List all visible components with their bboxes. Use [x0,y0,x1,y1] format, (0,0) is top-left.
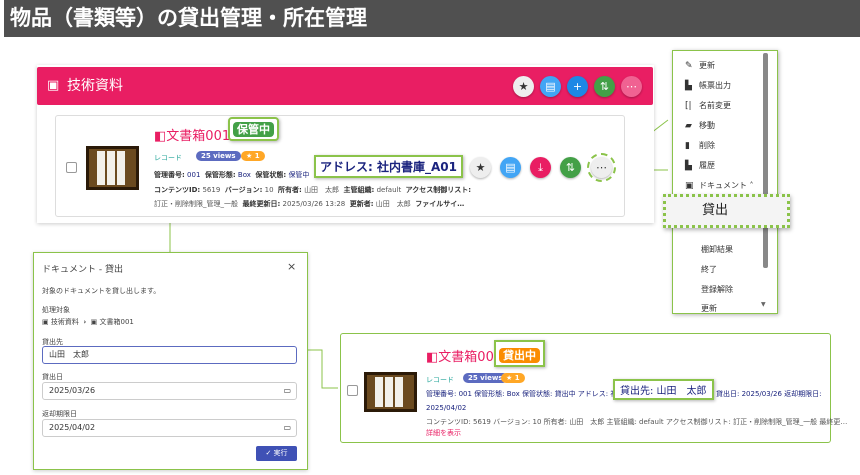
star-button[interactable]: ★ [513,76,534,97]
folder-name: 技術資料 [67,78,123,94]
views-badge: 25 views [196,151,241,161]
menu-item-rename[interactable]: [| 名前変更 [685,100,731,111]
details-link[interactable]: 詳細を表示 [426,428,461,438]
result-line-1b: 貸出日: 2025/03/26 返却期限日: [716,390,822,398]
lent-status-callout: 貸出中 [494,340,545,367]
record-comment-button[interactable]: ▤ [500,157,521,178]
chevron-up-icon: ˄ [749,181,754,190]
rename-icon: [| [685,101,692,111]
menu-item-delete[interactable]: ▮ 削除 [685,140,715,151]
lend-date-input[interactable]: 2025/03/26 ▭ [42,382,297,400]
record-type: レコード [154,154,182,162]
record-download-button[interactable]: ⤓ [530,157,551,178]
execute-button[interactable]: ✓ 実行 [256,446,297,461]
dialog-description: 対象のドキュメントを貸し出します。 [42,287,161,295]
dialog-title: ドキュメント - 貸出 [42,265,123,275]
menu-item-update[interactable]: ✎ 更新 [685,60,715,71]
result-line-3: コンテンツID: 5619 バージョン: 10 所有者: 山田 太郎 主管組織:… [426,418,848,426]
book-icon: ▣ [90,318,98,326]
result-line-1: 管理番号: 001 保管形態: Box 保管状態: 貸出中 アドレス: 社 [426,390,618,398]
record-line-3: 訂正・削除制限_管理_一般 最終更新日: 2025/03/26 13:28 更新… [154,200,465,208]
target-path: ▣ 技術資料 › ▣ 文書箱001 [42,318,134,326]
lend-dialog: ドキュメント - 貸出 × 対象のドキュメントを貸し出します。 処理対象 ▣ 技… [33,252,308,470]
book-icon: ◧ [154,129,167,144]
transfer-button[interactable]: ⇅ [594,76,615,97]
chevron-right-icon: › [83,318,87,326]
address-callout: アドレス: 社内書庫_A01 [314,155,463,178]
calendar-icon[interactable]: ▭ [283,383,291,399]
archive-icon: ▣ [685,181,694,191]
book-icon: ◧ [426,350,439,365]
calendar-icon[interactable]: ▭ [283,420,291,436]
folder-icon: ▣ [47,78,60,93]
result-thumbnail [364,372,417,412]
add-button[interactable]: + [567,76,588,97]
record-more-button[interactable]: ⋯ [587,153,616,182]
folder-header: ▣ 技術資料 ★ ▤ + ⇅ ⋯ [37,67,653,105]
submenu-item-unregister[interactable]: 登録解除 [701,284,733,295]
lend-date-label: 貸出日 [42,373,63,381]
pencil-icon: ✎ [685,61,693,71]
due-date-input[interactable]: 2025/04/02 ▭ [42,419,297,437]
submenu-item-end[interactable]: 終了 [701,264,717,275]
close-button[interactable]: × [287,260,296,273]
menu-item-move[interactable]: ▰ 移動 [685,120,715,131]
record-line-1: 管理番号: 001 保管形態: Box 保管状態: 保管中 [154,171,310,179]
menu-item-lend[interactable]: 貸出 [663,194,790,228]
result-checkbox[interactable] [347,385,358,396]
submenu-item-inventory-result[interactable]: 棚卸結果 [701,244,733,255]
menu-item-report[interactable]: ▙ 帳票出力 [685,80,731,91]
target-label: 処理対象 [42,306,70,314]
result-line-2: 2025/04/02 [426,404,467,412]
comment-button[interactable]: ▤ [540,76,561,97]
record-title[interactable]: ◧文書箱001 [154,125,230,144]
due-date-label: 返却期限日 [42,410,77,418]
document-icon: ▙ [685,81,692,91]
record-transfer-button[interactable]: ⇅ [560,157,581,178]
result-title[interactable]: ◧文書箱001 [426,346,502,365]
result-type: レコード [426,376,454,384]
scroll-down-icon[interactable]: ▼ [761,301,766,308]
folder-icon: ▣ [42,318,49,326]
status-badge: 保管中 [233,122,274,137]
record-thumbnail [86,146,139,190]
lent-status-badge: 貸出中 [499,348,540,363]
menu-item-document[interactable]: ▣ ドキュメント ˄ [685,180,754,191]
stars-badge: ★ 1 [501,373,525,383]
record-star-button[interactable]: ★ [470,157,491,178]
record-checkbox[interactable] [66,162,77,173]
result-record-card: ◧文書箱001 レコード 25 views ★ 1 管理番号: 001 保管形態… [340,333,847,443]
menu-item-history[interactable]: ▙ 履歴 [685,160,715,171]
record-line-2: コンテンツID: 5619 バージョン: 10 所有者: 山田 太郎 主管組織:… [154,186,472,194]
trash-icon: ▮ [685,141,690,151]
menu-scrollbar[interactable] [763,53,768,268]
borrower-callout: 貸出先: 山田 太郎 [613,379,714,400]
folder-move-icon: ▰ [685,121,692,131]
status-callout: 保管中 [228,117,279,141]
more-button[interactable]: ⋯ [621,76,642,97]
stars-badge: ★ 1 [241,151,265,161]
borrower-input[interactable]: 山田 太郎 [42,346,297,364]
action-menu: ▼ ✎ 更新 ▙ 帳票出力 [| 名前変更 ▰ 移動 ▮ 削除 ▙ 履歴 ▣ ドキュメント ˄… [672,50,778,314]
history-icon: ▙ [685,161,692,171]
submenu-item-update[interactable]: 更新 [701,303,717,314]
